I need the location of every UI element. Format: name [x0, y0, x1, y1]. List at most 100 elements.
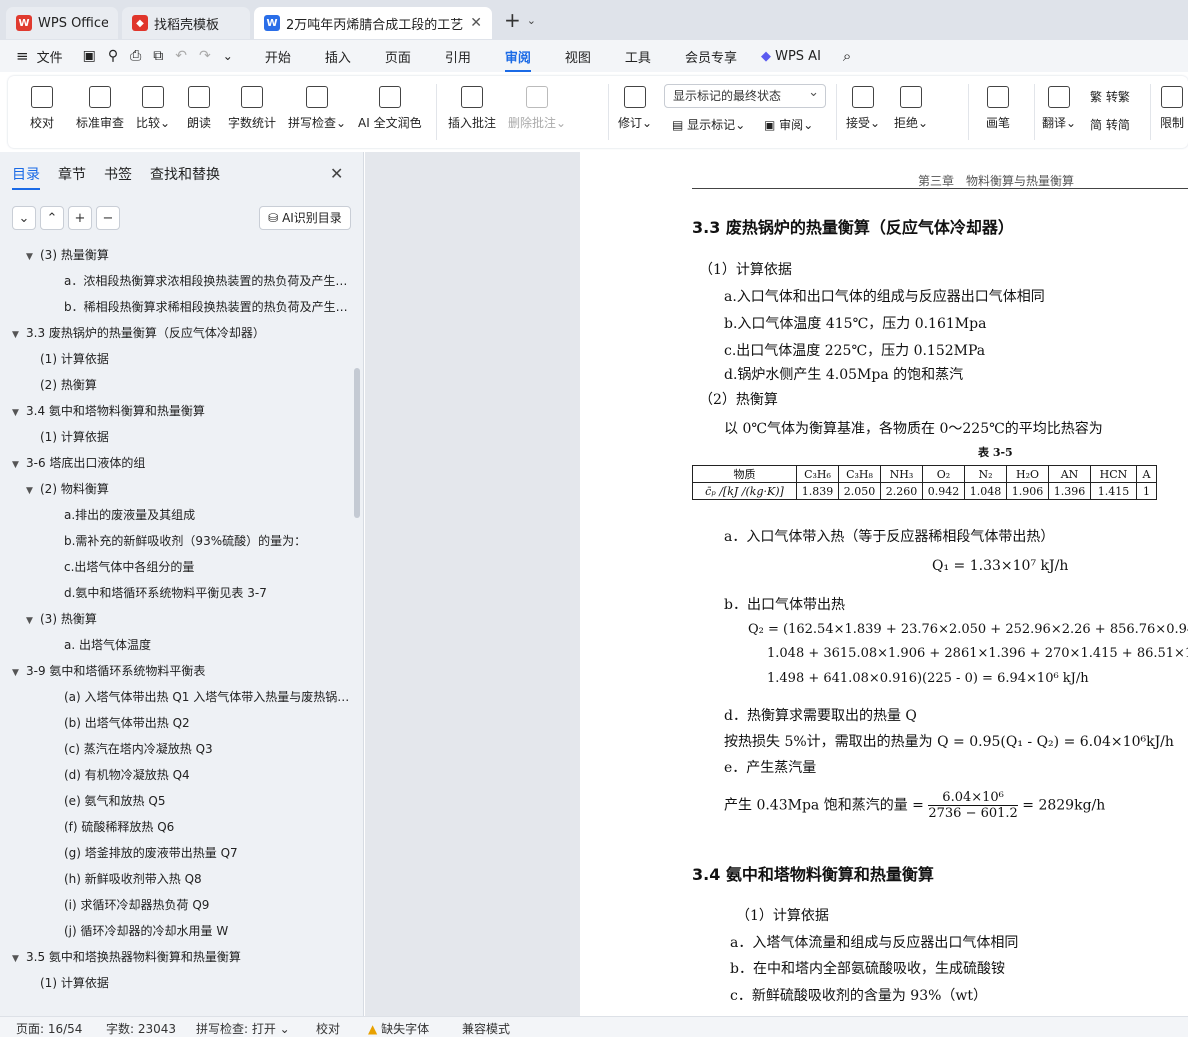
expand-arrow-icon[interactable]: ▼ — [26, 244, 40, 268]
tab-document[interactable]: W 2万吨年丙烯腈合成工段的工艺 ✕ — [254, 7, 492, 39]
add-heading-icon[interactable]: + — [68, 206, 92, 230]
toc-item[interactable]: a.排出的废液量及其组成 — [64, 502, 350, 528]
track-changes-button[interactable]: 修订⌄ — [618, 76, 652, 148]
toc-item[interactable]: ▼ 3-9 氨中和塔循环系统物料平衡表 — [12, 658, 336, 684]
menu-review[interactable]: 审阅 — [504, 47, 531, 72]
toc-item[interactable]: (i) 求循环冷却器热负荷 Q9 — [64, 892, 350, 918]
read-aloud-button[interactable]: 朗读 — [187, 76, 211, 148]
toc-item[interactable]: ▼ 3.3 废热锅炉的热量衡算（反应气体冷却器） — [12, 320, 336, 346]
ai-polish-button[interactable]: AI 全文润色 — [358, 76, 422, 148]
ai-toc-button[interactable]: ⛁ AI识别目录 — [259, 206, 351, 230]
standard-review-button[interactable]: 标准审查 — [76, 76, 124, 148]
toc-item[interactable]: (1) 计算依据 — [40, 424, 350, 450]
nav-tab-toc[interactable]: 目录 — [12, 164, 40, 190]
toc-item[interactable]: (d) 有机物冷凝放热 Q4 — [64, 762, 350, 788]
expand-arrow-icon[interactable]: ▼ — [26, 478, 40, 502]
toc-item[interactable]: (e) 氨气和放热 Q5 — [64, 788, 350, 814]
tab-wps-office[interactable]: W WPS Office — [6, 7, 118, 39]
new-tab-icon[interactable]: + — [504, 8, 521, 32]
toc-item[interactable]: d.氨中和塔循环系统物料平衡见表 3-7 — [64, 580, 350, 606]
word-count-button[interactable]: 字数统计 — [228, 76, 276, 148]
to-traditional-button[interactable]: 繁 转繁 — [1090, 88, 1130, 105]
table-row: 物质 C₃H₆ C₃H₈ NH₃ O₂ N₂ H₂O AN HCN A — [692, 465, 1157, 483]
delete-comment-button[interactable]: 删除批注⌄ — [508, 76, 566, 148]
toc-scrollbar[interactable] — [354, 368, 360, 518]
expand-arrow-icon[interactable]: ▼ — [12, 452, 26, 476]
restrict-editing-button[interactable]: 限制 — [1160, 76, 1184, 148]
reject-button[interactable]: 拒绝⌄ — [894, 76, 928, 148]
toc-item[interactable]: (g) 塔釜排放的废液带出热量 Q7 — [64, 840, 350, 866]
collapse-icon[interactable]: ⌄ — [12, 206, 36, 230]
missing-font-status[interactable]: ▲ 缺失字体 — [368, 1020, 429, 1037]
toc-item[interactable]: ▼ (3) 热量衡算 — [26, 242, 336, 268]
toc-item[interactable]: (a) 入塔气体带出热 Q1 入塔气体带入热量与废热锅炉出口气体带出热量 — [64, 684, 350, 710]
menu-member[interactable]: 会员专享 — [685, 47, 737, 66]
expand-arrow-icon[interactable]: ▼ — [12, 322, 26, 346]
toc-item[interactable]: ▼ 3.5 氨中和塔换热器物料衡算和热量衡算 — [12, 944, 336, 970]
translate-button[interactable]: 翻译⌄ — [1042, 76, 1076, 148]
search-icon[interactable]: ⌕ — [843, 47, 851, 65]
toc-item[interactable]: (1) 计算依据 — [40, 346, 350, 372]
menu-references[interactable]: 引用 — [445, 47, 471, 66]
nav-tab-bookmarks[interactable]: 书签 — [104, 164, 132, 190]
toc-item[interactable]: (2) 热衡算 — [40, 372, 350, 398]
menu-view[interactable]: 视图 — [565, 47, 591, 66]
link-icon[interactable]: ⚲ — [108, 48, 118, 64]
proofread-button[interactable]: 校对 — [30, 76, 54, 148]
menu-wps-ai[interactable]: ◆ WPS AI — [761, 49, 821, 64]
spell-check-status[interactable]: 拼写检查: 打开 ⌄ — [196, 1020, 290, 1037]
show-markup-button[interactable]: ▤ 显示标记⌄ — [672, 116, 745, 133]
toc-item[interactable]: (1) 计算依据 — [40, 970, 350, 996]
tab-docer[interactable]: ◆ 找稻壳模板 — [122, 7, 250, 39]
toc-item[interactable]: c.出塔气体中各组分的量 — [64, 554, 350, 580]
menu-start[interactable]: 开始 — [265, 47, 291, 66]
remove-heading-icon[interactable]: − — [96, 206, 120, 230]
toc-item[interactable]: ▼ (2) 物料衡算 — [26, 476, 336, 502]
undo-icon[interactable]: ↶ — [175, 48, 187, 64]
expand-arrow-icon[interactable]: ▼ — [12, 946, 26, 970]
toc-item[interactable]: (b) 出塔气体带出热 Q2 — [64, 710, 350, 736]
word-count[interactable]: 字数: 23043 — [106, 1020, 176, 1037]
nav-tab-chapters[interactable]: 章节 — [58, 164, 86, 190]
more-chevron-icon[interactable]: ⌄ — [223, 49, 233, 63]
chevron-down-icon[interactable]: ⌄ — [527, 14, 536, 27]
markup-state-select[interactable]: 显示标记的最终状态 — [664, 82, 826, 108]
toc-item[interactable]: (h) 新鲜吸收剂带入热 Q8 — [64, 866, 350, 892]
toc-item[interactable]: b.需补充的新鲜吸收剂（93%硫酸）的量为： — [64, 528, 350, 554]
menu-page[interactable]: 页面 — [385, 47, 411, 66]
accept-button[interactable]: 接受⌄ — [846, 76, 880, 148]
toc-item[interactable]: (f) 硫酸稀释放热 Q6 — [64, 814, 350, 840]
hamburger-icon[interactable]: ≡ — [16, 47, 29, 65]
menu-tools[interactable]: 工具 — [625, 47, 651, 66]
menu-insert[interactable]: 插入 — [325, 47, 351, 66]
expand-arrow-icon[interactable]: ▼ — [26, 608, 40, 632]
menu-file[interactable]: 文件 — [37, 47, 63, 66]
toc-item[interactable]: ▼ (3) 热衡算 — [26, 606, 336, 632]
insert-comment-button[interactable]: 插入批注 — [448, 76, 496, 148]
expand-up-icon[interactable]: ⌃ — [40, 206, 64, 230]
expand-arrow-icon[interactable]: ▼ — [12, 660, 26, 684]
expand-arrow-icon[interactable]: ▼ — [12, 400, 26, 424]
toc-item[interactable]: (j) 循环冷却器的冷却水用量 W — [64, 918, 350, 944]
toc-item[interactable]: ▼ 3-6 塔底出口液体的组 — [12, 450, 336, 476]
redo-icon[interactable]: ↷ — [199, 48, 211, 64]
page-count[interactable]: 页面: 16/54 — [16, 1020, 82, 1037]
close-tab-icon[interactable]: ✕ — [470, 15, 482, 31]
document-page[interactable]: 第三章 物料衡算与热量衡算 3.3 废热锅炉的热量衡算（反应气体冷却器） （1）… — [581, 152, 1188, 1016]
close-pane-icon[interactable]: ✕ — [330, 164, 343, 183]
print-icon[interactable]: ⎙ — [130, 48, 141, 64]
toc-item[interactable]: (c) 蒸汽在塔内冷凝放热 Q3 — [64, 736, 350, 762]
to-simplified-button[interactable]: 简 转简 — [1090, 116, 1130, 133]
save-icon[interactable]: ▣ — [83, 48, 96, 64]
proof-status[interactable]: 校对 — [316, 1020, 340, 1037]
toc-item[interactable]: a．浓相段热衡算求浓相段换热装置的热负荷及产生蒸汽量 — [64, 268, 350, 294]
compare-button[interactable]: 比较⌄ — [136, 76, 170, 148]
pen-button[interactable]: 画笔 — [986, 76, 1010, 148]
nav-tab-find-replace[interactable]: 查找和替换 — [150, 164, 220, 190]
spell-check-button[interactable]: 拼写检查⌄ — [288, 76, 346, 148]
toc-item[interactable]: b．稀相段热衡算求稀相段换热装置的热负荷及产生蒸汽量 — [64, 294, 350, 320]
toc-item[interactable]: a. 出塔气体温度 — [64, 632, 350, 658]
toc-item[interactable]: ▼ 3.4 氨中和塔物料衡算和热量衡算 — [12, 398, 336, 424]
review-pane-button[interactable]: ▣ 审阅⌄ — [764, 116, 813, 133]
print-preview-icon[interactable]: ⧉ — [153, 48, 163, 64]
